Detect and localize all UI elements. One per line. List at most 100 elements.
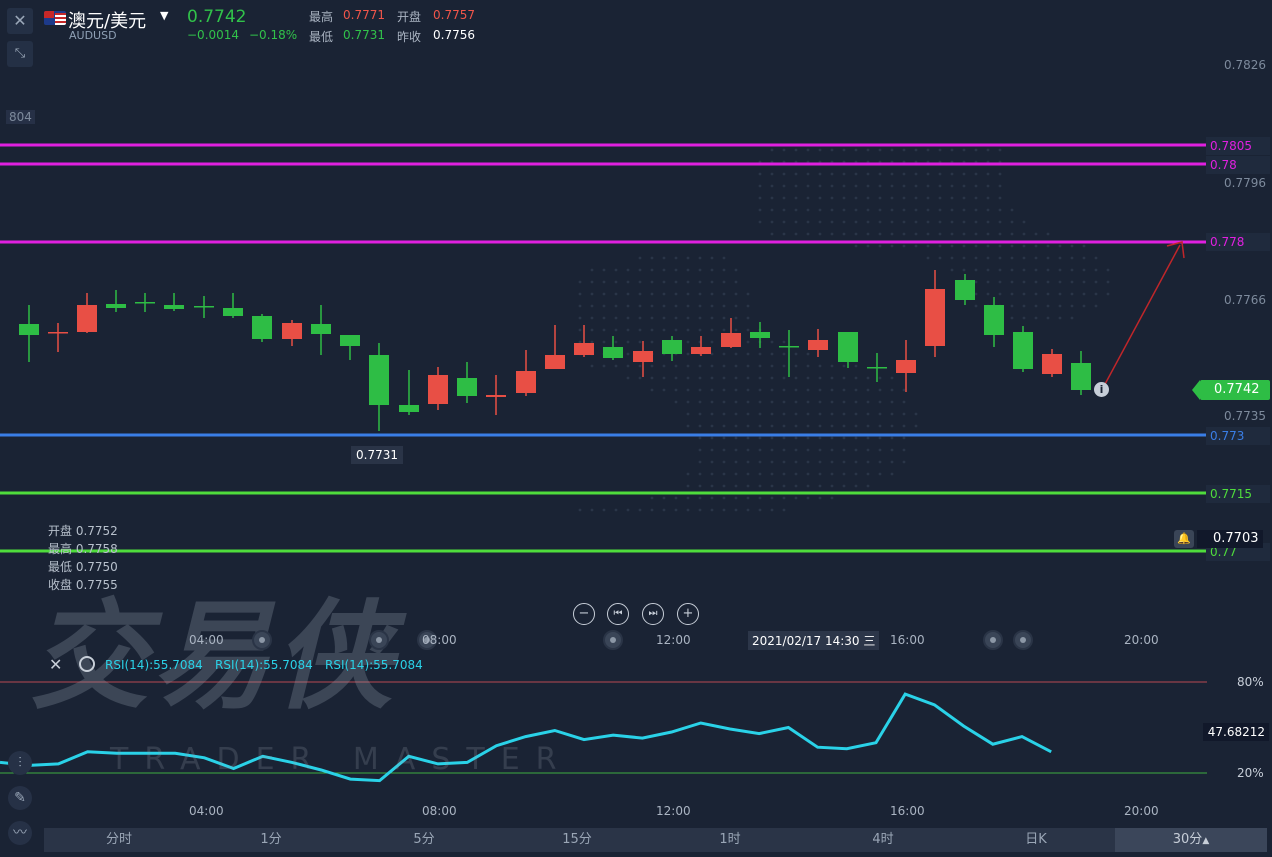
pen-icon[interactable]: ✎ [8,786,32,810]
price-change: −0.0014 [187,28,240,42]
candle-body [340,335,360,346]
map-dot [1046,316,1050,320]
tab-30min[interactable]: 30分▲ [1115,828,1267,852]
map-dot [782,484,786,488]
map-dot [734,280,738,284]
map-dot [998,220,1002,224]
candle-body [750,332,770,338]
map-dot [698,328,702,332]
map-dot [878,436,882,440]
collapse-icon[interactable]: ⤡ [7,41,33,67]
map-dot [698,316,702,320]
indicator-icon[interactable]: ⫶ [8,751,32,775]
map-dot [938,148,942,152]
map-dot [734,292,738,296]
map-dot [770,364,774,368]
candle-body [399,405,419,412]
map-dot [662,508,666,512]
chevron-down-icon[interactable]: ▼ [160,9,168,22]
map-dot [926,232,930,236]
map-dot [1034,232,1038,236]
map-dot [1034,244,1038,248]
map-dot [950,184,954,188]
map-dot [878,424,882,428]
map-dot [770,376,774,380]
map-dot [842,208,846,212]
map-dot [1070,304,1074,308]
map-dot [626,304,630,308]
timeline-marker[interactable] [252,630,272,650]
map-dot [974,208,978,212]
map-dot [746,412,750,416]
candle-body [48,332,68,334]
map-dot [890,196,894,200]
timeline-marker[interactable] [1013,630,1033,650]
map-dot [998,184,1002,188]
map-dot [974,232,978,236]
candle-body [516,371,536,393]
close-icon[interactable]: ✕ [7,8,33,34]
tab-daily[interactable]: 日K [961,828,1111,852]
tab-1min[interactable]: 1分 [196,828,346,852]
map-dot [758,208,762,212]
line-tool-icon[interactable]: 〰 [8,821,32,845]
map-dot [806,196,810,200]
map-dot [1082,304,1086,308]
tab-time-sharing[interactable]: 分时 [44,828,194,852]
map-dot [878,388,882,392]
map-dot [770,208,774,212]
tab-1hour[interactable]: 1时 [655,828,805,852]
map-dot [866,424,870,428]
map-dot [662,292,666,296]
map-dot [806,232,810,236]
map-dot [686,412,690,416]
map-dot [842,436,846,440]
map-dot [818,460,822,464]
map-dot [686,352,690,356]
map-dot [974,244,978,248]
map-dot [866,208,870,212]
timeline-marker[interactable] [603,630,623,650]
map-dot [758,484,762,488]
info-icon[interactable]: i [1094,382,1109,397]
map-dot [890,376,894,380]
map-dot [1022,280,1026,284]
map-dot [794,376,798,380]
tab-15min[interactable]: 15分 [502,828,652,852]
map-dot [578,292,582,296]
map-dot [1094,280,1098,284]
zoom-out-button[interactable]: − [573,603,595,625]
close-indicator-icon[interactable]: ✕ [49,655,62,674]
map-dot [866,196,870,200]
prev-close-value: 0.7756 [433,28,475,42]
candle-body [574,343,594,355]
map-dot [710,328,714,332]
map-dot [830,148,834,152]
map-dot [938,208,942,212]
scroll-left-button[interactable]: ⏮ [607,603,629,625]
map-dot [854,232,858,236]
map-dot [1082,280,1086,284]
timeline-marker[interactable] [369,630,389,650]
current-price-pointer [1192,380,1200,400]
map-dot [878,148,882,152]
bell-icon[interactable]: 🔔 [1174,530,1194,548]
tab-5min[interactable]: 5分 [349,828,499,852]
map-dot [722,268,726,272]
scroll-right-button[interactable]: ⏭ [642,603,664,625]
candle-body [1013,332,1033,369]
map-dot [782,196,786,200]
map-dot [650,364,654,368]
map-dot [914,196,918,200]
map-dot [818,412,822,416]
tab-4hour[interactable]: 4时 [808,828,958,852]
settings-icon[interactable] [79,656,95,672]
map-dot [914,184,918,188]
map-dot [602,328,606,332]
map-dot [758,364,762,368]
zoom-in-button[interactable]: + [677,603,699,625]
timeline-marker[interactable] [983,630,1003,650]
map-dot [830,460,834,464]
low-label: 最低 [309,30,334,44]
low-marker-label: 0.7731 [351,446,403,464]
